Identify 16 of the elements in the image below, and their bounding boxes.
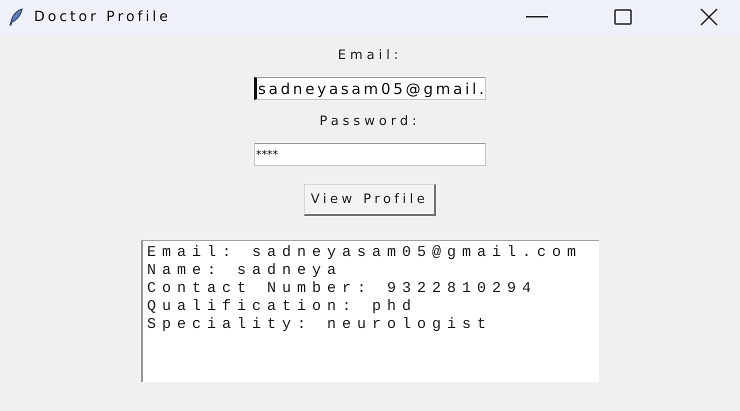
- profile-line: Email: sadneyasam05@gmail.com: [147, 244, 584, 262]
- maximize-icon[interactable]: [614, 9, 632, 25]
- window-title: Doctor Profile: [34, 9, 172, 25]
- profile-text-area[interactable]: Email: sadneyasam05@gmail.com Name: sadneya Contact Number: 9322810294 Qualification: phd Speciality: neurologist: [141, 240, 599, 382]
- minimize-icon[interactable]: [526, 16, 548, 18]
- close-icon[interactable]: [700, 8, 718, 26]
- view-profile-button[interactable]: View Profile: [304, 184, 436, 216]
- password-field[interactable]: ****: [254, 143, 486, 166]
- profile-line: Contact Number: 9322810294: [147, 280, 538, 298]
- feather-icon: [8, 8, 24, 26]
- password-label: Password:: [319, 114, 421, 129]
- email-label: Email:: [338, 48, 402, 63]
- profile-line: Speciality: neurologist: [147, 316, 494, 334]
- profile-line: Qualification: phd: [147, 298, 418, 316]
- profile-line: Name: sadneya: [147, 262, 344, 280]
- email-field[interactable]: sadneyasam05@gmail.: [254, 77, 486, 100]
